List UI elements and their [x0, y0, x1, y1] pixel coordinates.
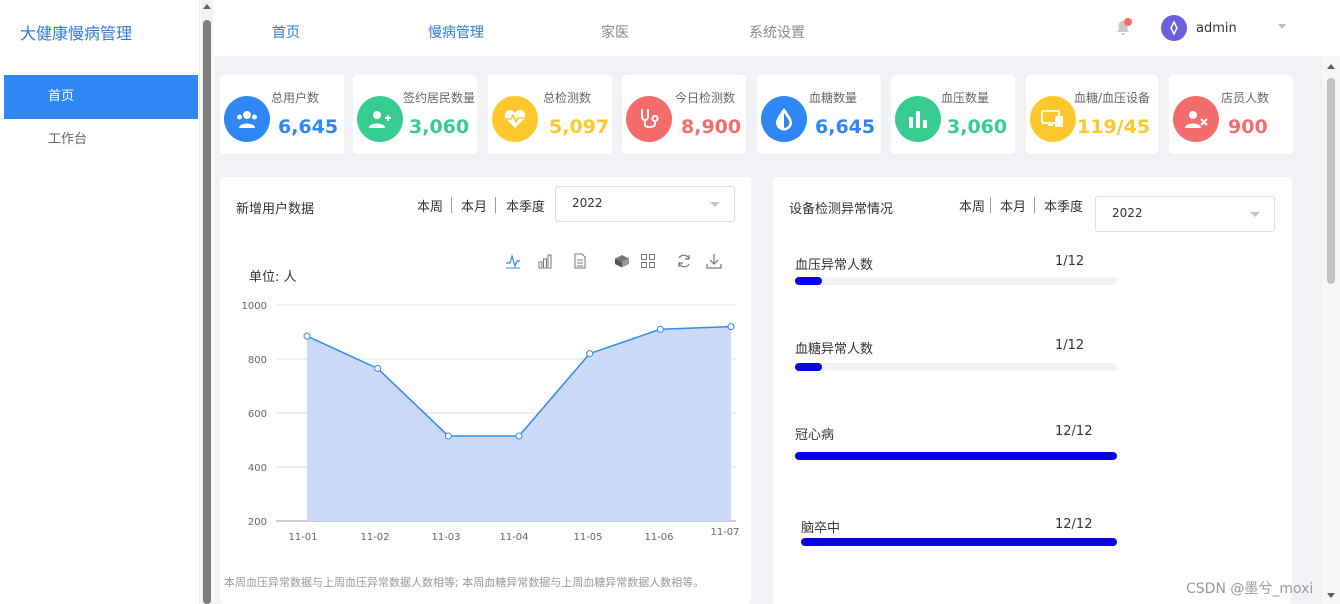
stat-card: 今日检测数 8,900: [622, 75, 746, 154]
user-remove-icon: [1173, 96, 1219, 142]
bar-chart-icon: [895, 96, 941, 142]
tab-family-doctor[interactable]: 家医: [601, 22, 629, 42]
stat-value: 119/45: [1077, 116, 1151, 138]
divider: [990, 197, 991, 213]
anomaly-value: 1/12: [1055, 338, 1085, 353]
new-users-panel: [220, 177, 751, 604]
line-switch-icon[interactable]: [505, 253, 521, 269]
progress-fill: [795, 363, 822, 371]
stat-label: 今日检测数: [675, 91, 736, 105]
tab-chronic-disease[interactable]: 慢病管理: [428, 22, 484, 42]
stat-card: 总用户数 6,645: [220, 75, 344, 154]
scroll-up-arrow-icon[interactable]: [1327, 64, 1335, 69]
period-week[interactable]: 本周: [959, 196, 985, 215]
anomaly-value: 12/12: [1055, 424, 1093, 439]
users-icon: [224, 96, 270, 142]
anomaly-label: 脑卒中: [801, 521, 841, 536]
user-add-icon: [357, 96, 403, 142]
chevron-down-icon[interactable]: [1278, 24, 1286, 29]
tab-system-settings[interactable]: 系统设置: [749, 22, 805, 42]
bar-switch-icon[interactable]: [537, 253, 553, 269]
anomaly-label: 血糖异常人数: [795, 342, 874, 357]
tiled-icon[interactable]: [640, 253, 656, 269]
stat-value: 900: [1228, 116, 1268, 138]
restore-icon[interactable]: [676, 253, 692, 269]
divider: [451, 197, 452, 213]
notification-dot: [1124, 18, 1132, 26]
device-icon: [1030, 96, 1076, 142]
stat-card: 总检测数 5,097: [488, 75, 612, 154]
sidebar-item-home[interactable]: 首页: [4, 75, 198, 119]
progress-fill: [795, 277, 822, 285]
chevron-down-icon: [1250, 212, 1260, 217]
stat-label: 签约居民数量: [403, 91, 476, 105]
year-select[interactable]: 2022: [555, 186, 735, 222]
stat-value: 6,645: [815, 116, 876, 138]
period-month[interactable]: 本月: [1000, 196, 1026, 215]
anomaly-value: 12/12: [1055, 517, 1093, 532]
scroll-down-arrow-icon[interactable]: [1327, 593, 1335, 598]
sidebar-item-label: 工作台: [48, 132, 88, 147]
stack-icon[interactable]: [614, 253, 630, 269]
progress-fill: [801, 538, 1117, 546]
anomaly-label: 血压异常人数: [795, 258, 874, 273]
data-view-icon[interactable]: [572, 253, 588, 269]
page-scrollbar[interactable]: [201, 0, 213, 604]
stat-label: 店员人数: [1221, 91, 1270, 105]
year-select-value: 2022: [572, 196, 603, 210]
stat-card: 血糖/血压设备 119/45: [1026, 75, 1158, 154]
stat-value: 5,097: [549, 116, 610, 138]
user-name[interactable]: admin: [1196, 21, 1237, 36]
download-icon[interactable]: [706, 253, 722, 269]
progress-bar: [795, 277, 1117, 285]
app-title: 大健康慢病管理: [20, 24, 133, 43]
stat-value: 3,060: [947, 116, 1008, 138]
stat-card: 血压数量 3,060: [891, 75, 1015, 154]
scrollbar-thumb[interactable]: [203, 20, 211, 604]
stat-value: 6,645: [278, 116, 339, 138]
heart-pulse-icon: [492, 96, 538, 142]
year-select[interactable]: 2022: [1095, 196, 1275, 232]
stat-label: 血压数量: [941, 91, 990, 105]
stat-value: 3,060: [409, 116, 470, 138]
watermark: CSDN @墨兮_moxi: [1186, 581, 1314, 597]
chart-unit-label: 单位: 人: [249, 270, 297, 285]
sidebar-item-label: 首页: [48, 89, 75, 104]
anomaly-value: 1/12: [1055, 254, 1085, 269]
stat-card: 血糖数量 6,645: [757, 75, 881, 154]
sidebar: 大健康慢病管理 首页 工作台: [0, 0, 200, 604]
divider: [1034, 197, 1035, 213]
tab-home[interactable]: 首页: [272, 22, 300, 42]
avatar-icon[interactable]: [1161, 15, 1187, 41]
stat-label: 血糖/血压设备: [1074, 91, 1151, 105]
stat-label: 总检测数: [543, 91, 592, 105]
scrollbar-thumb[interactable]: [1327, 78, 1335, 284]
period-quarter[interactable]: 本季度: [1044, 196, 1083, 215]
divider: [495, 197, 496, 213]
progress-bar: [801, 538, 1117, 546]
progress-bar: [795, 363, 1117, 371]
year-select-value: 2022: [1112, 206, 1143, 220]
sidebar-item-workbench[interactable]: 工作台: [4, 118, 198, 162]
content-scrollbar[interactable]: [1322, 56, 1340, 604]
period-quarter[interactable]: 本季度: [506, 196, 545, 215]
period-week[interactable]: 本周: [417, 196, 443, 215]
chevron-down-icon: [710, 202, 720, 207]
stat-label: 血糖数量: [809, 91, 858, 105]
anomaly-label: 冠心病: [795, 428, 835, 443]
chart-footnote: 本周血压异常数据与上周血压异常数据人数相等; 本周血糖异常数据与上周血糖异常数据…: [224, 576, 705, 589]
stat-value: 8,900: [681, 116, 742, 138]
panel-title: 新增用户数据: [236, 202, 315, 217]
progress-bar: [795, 452, 1117, 460]
progress-fill: [795, 452, 1117, 460]
drop-icon: [761, 96, 807, 142]
stat-label: 总用户数: [271, 91, 320, 105]
scroll-up-arrow-icon[interactable]: [203, 4, 211, 9]
stethoscope-icon: [626, 96, 672, 142]
stat-card: 签约居民数量 3,060: [353, 75, 477, 154]
panel-title: 设备检测异常情况: [789, 202, 894, 217]
stat-card: 店员人数 900: [1169, 75, 1293, 154]
period-month[interactable]: 本月: [461, 196, 487, 215]
